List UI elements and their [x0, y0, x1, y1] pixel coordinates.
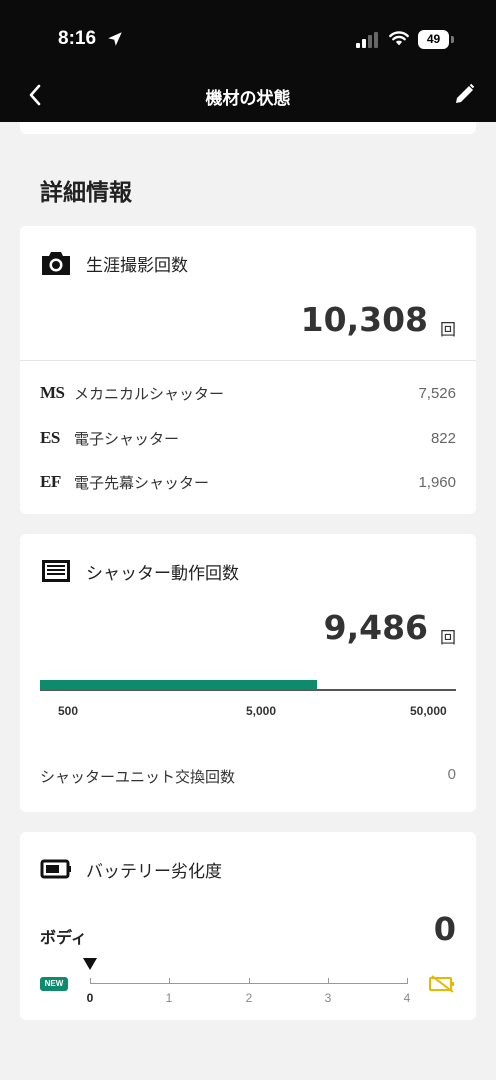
- sub-label: 電子先幕シャッター: [74, 473, 210, 492]
- battery-level: 49: [418, 30, 449, 49]
- lifetime-shots-unit: 回: [439, 320, 456, 339]
- scale-label: 1: [165, 991, 173, 1005]
- new-badge: NEW: [40, 977, 68, 991]
- scale-tick: [249, 978, 250, 984]
- divider: [20, 360, 476, 361]
- sub-value: 1,960: [418, 473, 456, 491]
- level-pointer: [83, 958, 97, 970]
- shutter-bar-fill: [40, 680, 317, 690]
- shutter-unit-replace-row: シャッターユニット交換回数 0: [40, 766, 456, 787]
- camera-icon: [42, 252, 70, 275]
- shutter-count-label: シャッター動作回数: [86, 563, 239, 584]
- shutter-count-card: シャッター動作回数 9,486 回 500 5,000 50,000 シャッター…: [20, 534, 476, 812]
- sub-value: 7,526: [418, 384, 456, 402]
- battery-tip: [451, 36, 454, 43]
- shutter-icon: [42, 560, 70, 582]
- scale-tick: [90, 978, 91, 984]
- battery-degradation-label: バッテリー劣化度: [86, 861, 222, 882]
- lifetime-shots-value: 10,308: [300, 300, 428, 339]
- pencil-icon[interactable]: [450, 80, 478, 110]
- tick-5000: 5,000: [246, 704, 277, 718]
- battery-degradation-value: 0: [433, 910, 456, 948]
- sub-code: EF: [40, 472, 61, 491]
- sub-label: 電子シャッター: [74, 429, 180, 448]
- unit-replace-label: シャッターユニット交換回数: [40, 768, 236, 786]
- scale-tick: [169, 978, 170, 984]
- signal-icon: [356, 32, 378, 48]
- sub-code: ES: [40, 428, 60, 447]
- unit-replace-value: 0: [447, 766, 456, 783]
- battery-degradation-card: バッテリー劣化度 ボディ 0 NEW 0 1 2 3 4: [20, 832, 476, 1020]
- status-time: 8:16: [58, 28, 97, 49]
- sub-label: メカニカルシャッター: [74, 384, 225, 403]
- lifetime-shots-card: 生涯撮影回数 10,308 回 MS メカニカルシャッター 7,526 ES 電…: [20, 226, 476, 514]
- page-title: 機材の状態: [205, 89, 291, 109]
- battery-warning-icon: [429, 975, 454, 993]
- sub-row-efc: EF 電子先幕シャッター 1,960: [40, 470, 456, 494]
- lifetime-shots-header: 生涯撮影回数: [40, 248, 188, 278]
- battery-card-icon: [40, 859, 71, 879]
- battery-degradation-header: バッテリー劣化度: [40, 854, 222, 884]
- scale-label: 2: [245, 991, 253, 1005]
- shutter-count-value: 9,486: [323, 608, 428, 647]
- sub-row-mechanical: MS メカニカルシャッター 7,526: [40, 381, 456, 405]
- body-label: ボディ: [40, 928, 87, 947]
- sub-row-electronic: ES 電子シャッター 822: [40, 426, 456, 450]
- tick-500: 500: [58, 704, 79, 718]
- scale-label: 0: [86, 991, 94, 1005]
- previous-card-stub: [20, 122, 476, 134]
- shutter-count-unit: 回: [439, 628, 456, 647]
- scale-tick: [328, 978, 329, 984]
- tick-50000: 50,000: [410, 704, 447, 718]
- section-title: 詳細情報: [40, 180, 132, 206]
- scale-tick: [407, 978, 408, 984]
- battery-icon: 49: [418, 30, 454, 50]
- scale-label: 4: [403, 991, 411, 1005]
- nav-bar: 機材の状態: [0, 70, 496, 122]
- scale-label: 3: [324, 991, 332, 1005]
- sub-value: 822: [430, 429, 456, 447]
- shutter-count-header: シャッター動作回数: [40, 556, 239, 586]
- status-bar: 8:16 49: [0, 0, 496, 70]
- lifetime-shots-label: 生涯撮影回数: [86, 255, 188, 276]
- sub-code: MS: [40, 383, 65, 402]
- location-arrow-icon: [108, 32, 122, 46]
- wifi-icon: [389, 31, 409, 46]
